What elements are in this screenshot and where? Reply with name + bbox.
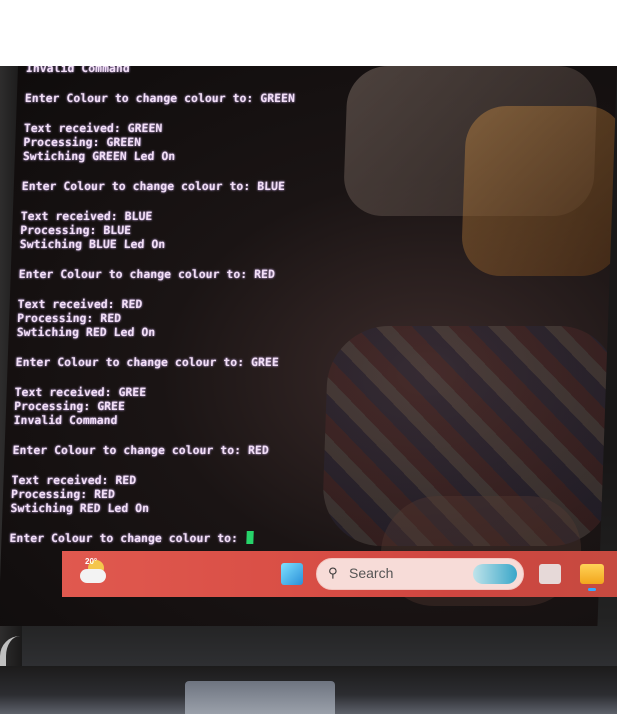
terminal-line: Swtiching BLUE Led On	[19, 237, 166, 251]
terminal-line: Enter Colour to change colour to: RED	[12, 443, 270, 457]
search-label: Search	[349, 565, 394, 581]
terminal-line: Enter Colour to change colour to: RED	[18, 267, 276, 281]
terminal-line: Enter Colour to change colour to: GREE	[15, 355, 280, 369]
serial-terminal-output[interactable]: Invalid Command Enter Colour to change co…	[9, 66, 586, 545]
photo-of-laptop-screen: Invalid Command Enter Colour to change co…	[0, 66, 617, 714]
terminal-line: Invalid Command	[25, 66, 131, 75]
terminal-line: Text received: RED	[17, 297, 143, 311]
weather-temperature: 20°	[85, 557, 98, 566]
terminal-line: Text received: GREE	[14, 385, 147, 399]
terminal-line: Enter Colour to change colour to: BLUE	[21, 179, 286, 193]
folder-icon[interactable]	[580, 564, 604, 591]
terminal-line: Text received: GREEN	[23, 121, 163, 135]
active-app-indicator	[588, 588, 596, 591]
terminal-line: Processing: RED	[16, 311, 122, 325]
search-highlight-art	[473, 564, 517, 584]
terminal-line: Enter Colour to change colour to:	[9, 531, 569, 545]
laptop-hinge	[185, 681, 335, 714]
search-box[interactable]: ⚲ Search	[316, 558, 524, 590]
terminal-line: Processing: BLUE	[20, 223, 132, 237]
terminal-line: Processing: RED	[10, 487, 116, 501]
terminal-line: Swtiching RED Led On	[10, 501, 150, 515]
terminal-line: Swtiching GREEN Led On	[22, 149, 176, 163]
terminal-line: Text received: RED	[11, 473, 137, 487]
laptop-screen: Invalid Command Enter Colour to change co…	[0, 66, 617, 626]
terminal-line: Processing: GREEN	[23, 135, 142, 149]
terminal-line: Swtiching RED Led On	[16, 325, 156, 339]
terminal-line: Processing: GREE	[13, 399, 126, 413]
weather-partly-cloudy-icon[interactable]: 20°	[80, 557, 108, 586]
terminal-line: Invalid Command	[13, 413, 118, 427]
terminal-line: Text received: BLUE	[20, 209, 153, 223]
terminal-cursor	[246, 531, 255, 544]
windows-taskbar: 20° ⚲ Search	[62, 551, 617, 597]
task-view-icon[interactable]	[539, 564, 561, 584]
windows-start-icon[interactable]	[281, 563, 303, 585]
search-icon: ⚲	[328, 566, 338, 581]
terminal-line: Enter Colour to change colour to: GREEN	[24, 91, 296, 105]
